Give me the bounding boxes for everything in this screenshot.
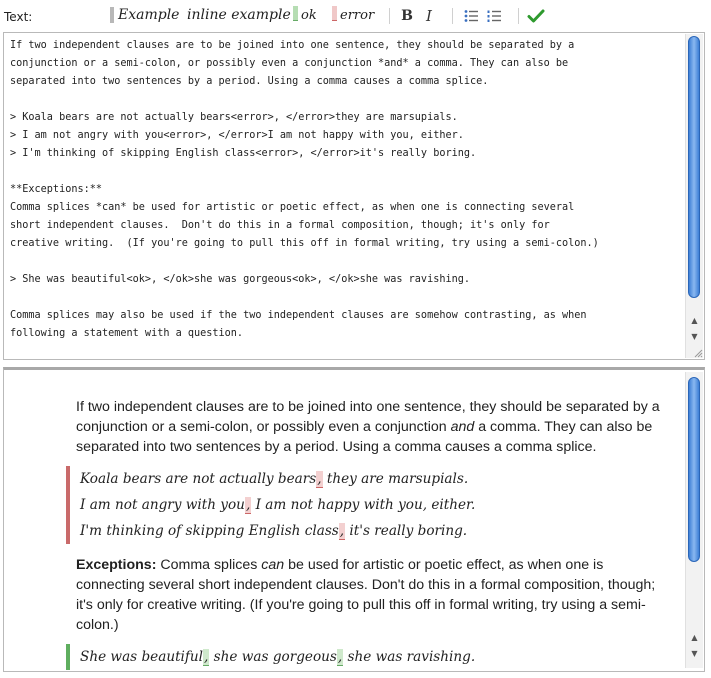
toolbar-separator (452, 8, 453, 24)
source-line (10, 91, 680, 109)
source-textarea[interactable]: If two independent clauses are to be joi… (3, 32, 705, 360)
checkmark-icon (527, 9, 545, 23)
toolbar-separator (389, 8, 390, 24)
preview-scrollbar[interactable]: ▲ ▼ (685, 372, 703, 668)
preview-exceptions-paragraph: Exceptions: Comma splices can be used fo… (76, 555, 666, 635)
inline-example-button[interactable]: inline example (187, 6, 291, 24)
error-mark-icon (332, 6, 337, 21)
ok-mark-label: ok (301, 8, 317, 23)
toolbar-separator (518, 8, 519, 24)
source-line: following a statement with a question. (10, 328, 244, 339)
source-line: Comma splices may also be used if the tw… (10, 310, 587, 321)
example-block-button[interactable]: Example (118, 6, 179, 24)
example-text: it's really boring. (345, 523, 468, 539)
exceptions-heading: Exceptions: (76, 557, 157, 573)
source-scrollbar[interactable]: ▲ ▼ (685, 34, 703, 358)
bulleted-list-icon (464, 10, 478, 22)
text-label: Text: (4, 10, 33, 24)
bold-label: B (401, 8, 413, 24)
source-line (10, 253, 680, 271)
example-text: she was gorgeous (209, 649, 337, 665)
ok-mark-icon (293, 6, 298, 21)
source-line: If two independent clauses are to be joi… (10, 40, 575, 51)
preview-paragraph-1-emphasis: and (450, 419, 475, 435)
preview-check-button[interactable] (526, 6, 546, 26)
source-line: > I am not angry with you<error>, </erro… (10, 130, 464, 141)
source-line: short independent clauses. Don't do this… (10, 220, 550, 231)
error-example-line: Koala bears are not actually bears, they… (80, 466, 666, 492)
scroll-up-arrow-icon[interactable]: ▲ (686, 631, 703, 644)
source-line: Comma splices *can* be used for artistic… (10, 202, 575, 213)
source-line: > Koala bears are not actually bears<err… (10, 112, 458, 123)
numbered-list-icon (487, 10, 501, 22)
scroll-up-arrow-icon[interactable]: ▲ (686, 314, 703, 327)
example-text: she was ravishing. (343, 649, 476, 665)
bold-button[interactable]: B (397, 6, 417, 26)
example-text: She was beautiful (80, 649, 204, 665)
preview-scrollbar-thumb[interactable] (688, 377, 700, 562)
toolbar: Text: Example inline example ok error B … (0, 0, 711, 32)
preview-panel: If two independent clauses are to be joi… (3, 367, 705, 672)
preview-paragraph-1: If two independent clauses are to be joi… (76, 397, 666, 457)
exceptions-text-a: Comma splices (156, 557, 262, 573)
error-mark-button[interactable]: error (332, 6, 374, 24)
italic-button[interactable]: I (419, 6, 439, 26)
example-text: I am not happy with you, either. (251, 497, 476, 513)
source-line: > I'm thinking of skipping English class… (10, 148, 477, 159)
example-text: Koala bears are not actually bears (80, 471, 317, 487)
source-line: **Exceptions:** (10, 184, 103, 195)
ok-example-block: She was beautiful, she was gorgeous, she… (66, 644, 666, 670)
ok-example-line: She was beautiful, she was gorgeous, she… (80, 644, 666, 670)
source-line: > She was beautiful<ok>, </ok>she was go… (10, 274, 471, 285)
bulleted-list-button[interactable] (461, 6, 481, 26)
error-mark-label: error (340, 8, 375, 23)
scroll-down-arrow-icon[interactable]: ▼ (686, 647, 703, 660)
example-text: they are marsupials. (322, 471, 469, 487)
resize-grip-icon[interactable] (693, 348, 703, 358)
source-scrollbar-thumb[interactable] (688, 36, 700, 298)
example-text: I am not angry with you (80, 497, 245, 513)
example-text: I'm thinking of skipping English class (80, 523, 339, 539)
source-line: creative writing. (If you're going to pu… (10, 238, 599, 249)
error-example-block: Koala bears are not actually bears, they… (66, 466, 666, 544)
source-line (10, 289, 680, 307)
exceptions-emphasis: can (261, 557, 285, 573)
scroll-down-arrow-icon[interactable]: ▼ (686, 330, 703, 343)
error-example-line: I am not angry with you, I am not happy … (80, 492, 666, 518)
error-example-line: I'm thinking of skipping English class, … (80, 518, 666, 544)
source-line: separated into two sentences by a period… (10, 76, 489, 87)
source-line: conjunction or a semi-colon, or possibly… (10, 58, 569, 69)
italic-label: I (426, 7, 432, 25)
toolbar-grip (110, 7, 114, 23)
ok-mark-button[interactable]: ok (293, 6, 317, 24)
source-line (10, 163, 680, 181)
source-text: If two independent clauses are to be joi… (10, 37, 680, 343)
numbered-list-button[interactable] (484, 6, 504, 26)
